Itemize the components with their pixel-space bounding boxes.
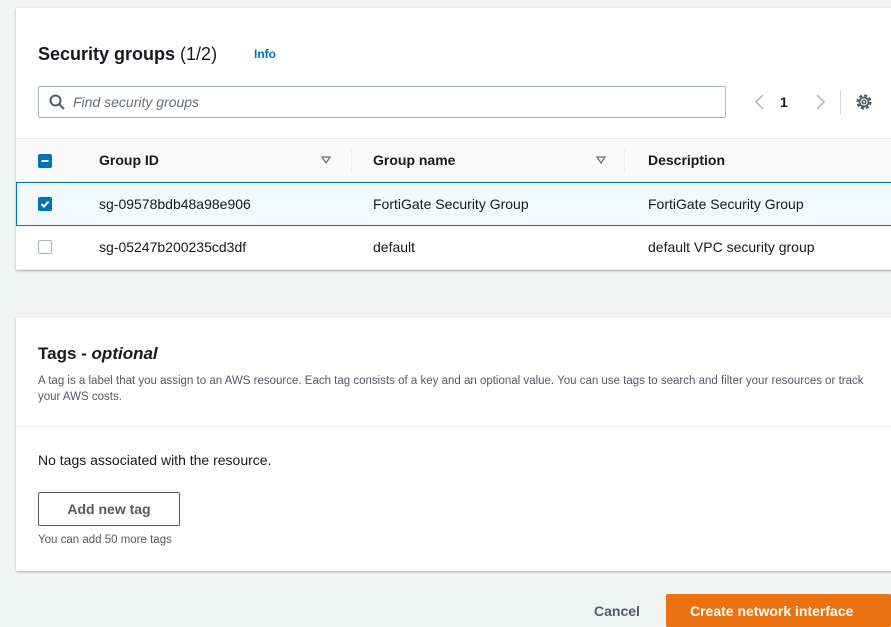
search-icon: [49, 94, 65, 110]
table-row[interactable]: sg-05247b200235cd3df default default VPC…: [16, 226, 891, 270]
tag-limit-text: You can add 50 more tags: [38, 534, 172, 546]
security-groups-count: (1/2): [180, 44, 218, 64]
table-row[interactable]: sg-09578bdb48a98e906 FortiGate Security …: [16, 182, 891, 226]
chevron-left-icon[interactable]: [752, 92, 768, 112]
cell-group-name: default: [373, 239, 416, 255]
tags-title-text: Tags -: [38, 344, 87, 363]
row-checkbox[interactable]: [38, 240, 52, 254]
chevron-right-icon[interactable]: [812, 92, 828, 112]
security-groups-panel: Security groups (1/2) Info 1 Group ID: [16, 8, 891, 270]
table-header: Group ID Group name Description: [16, 138, 891, 182]
tags-description: A tag is a label that you assign to an A…: [38, 375, 864, 403]
tags-title: Tags - optional: [38, 344, 158, 364]
sort-icon[interactable]: [321, 155, 331, 165]
tags-panel: Tags - optional A tag is a label that yo…: [16, 318, 891, 571]
cell-group-id: sg-09578bdb48a98e906: [99, 196, 251, 212]
tags-title-optional: optional: [91, 344, 158, 363]
search-input[interactable]: [73, 87, 713, 117]
cell-description: default VPC security group: [648, 239, 815, 255]
search-box[interactable]: [38, 86, 726, 118]
column-header-group-name[interactable]: Group name: [373, 152, 455, 168]
current-page-number[interactable]: 1: [780, 94, 788, 110]
column-divider: [351, 149, 352, 173]
checkmark-icon: [40, 200, 50, 208]
cancel-button[interactable]: Cancel: [580, 600, 654, 622]
create-network-interface-button[interactable]: Create network interface: [666, 594, 891, 627]
gear-icon[interactable]: [854, 92, 874, 112]
cell-group-name: FortiGate Security Group: [373, 196, 529, 212]
indeterminate-icon: [41, 160, 49, 162]
column-divider: [624, 149, 625, 173]
select-all-checkbox[interactable]: [38, 154, 52, 168]
security-groups-table: Group ID Group name Description sg-09578…: [16, 138, 891, 270]
row-checkbox[interactable]: [38, 197, 52, 211]
column-header-group-id[interactable]: Group ID: [99, 152, 159, 168]
cell-description: FortiGate Security Group: [648, 196, 804, 212]
column-header-description[interactable]: Description: [648, 152, 725, 168]
sort-icon[interactable]: [596, 155, 606, 165]
pager-divider: [840, 90, 841, 114]
cell-group-id: sg-05247b200235cd3df: [99, 239, 247, 255]
security-groups-title-text: Security groups: [38, 44, 176, 64]
security-groups-title: Security groups (1/2): [38, 44, 217, 65]
no-tags-message: No tags associated with the resource.: [38, 452, 272, 468]
info-link[interactable]: Info: [254, 47, 276, 61]
tags-divider: [16, 426, 891, 427]
add-new-tag-button[interactable]: Add new tag: [38, 492, 180, 526]
